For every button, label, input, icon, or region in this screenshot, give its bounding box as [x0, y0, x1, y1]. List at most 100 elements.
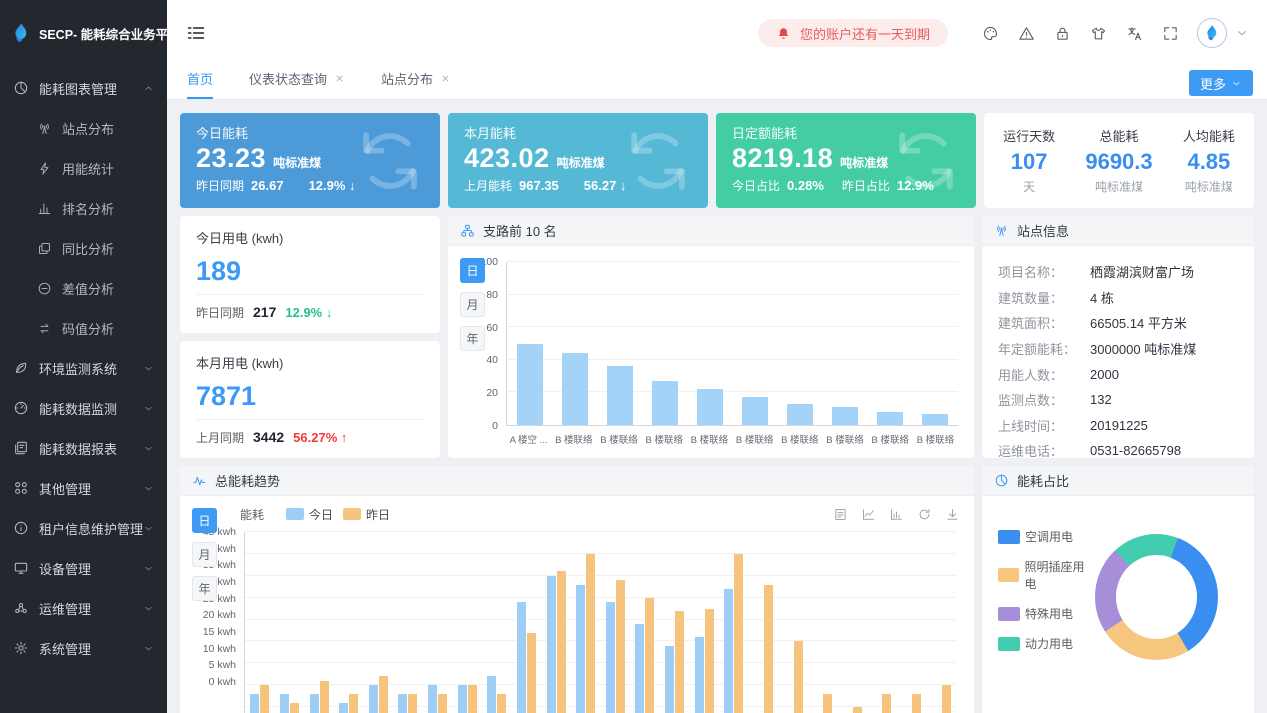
sidebar-subitem-码值分析[interactable]: 码值分析	[0, 308, 167, 348]
sidebar-item-能耗图表管理[interactable]: 能耗图表管理	[0, 68, 167, 108]
sidebar-item-租户信息维护管理[interactable]: 租户信息维护管理	[0, 508, 167, 548]
period-toggle-日[interactable]: 日	[460, 258, 485, 283]
bar[interactable]	[487, 676, 496, 713]
avatar[interactable]	[1197, 18, 1227, 48]
fullscreen-icon[interactable]	[1162, 25, 1179, 42]
period-toggle-月[interactable]: 月	[460, 292, 485, 317]
bar[interactable]	[742, 397, 768, 425]
bar[interactable]	[369, 685, 378, 713]
bar[interactable]	[675, 611, 684, 713]
sidebar-item-设备管理[interactable]: 设备管理	[0, 548, 167, 588]
bar[interactable]	[616, 580, 625, 713]
donut-legend-item-特殊用电[interactable]: 特殊用电	[998, 605, 1095, 622]
tshirt-icon[interactable]	[1090, 25, 1107, 42]
bar[interactable]	[697, 389, 723, 425]
donut-legend-item-动力用电[interactable]: 动力用电	[998, 635, 1095, 652]
warning-icon[interactable]	[1018, 25, 1035, 42]
sidebar-subitem-同比分析[interactable]: 同比分析	[0, 228, 167, 268]
sidebar-item-能耗数据报表[interactable]: 能耗数据报表	[0, 428, 167, 468]
bar[interactable]	[912, 694, 921, 713]
tab-站点分布[interactable]: 站点分布	[381, 69, 451, 99]
barchart-icon[interactable]	[889, 507, 904, 522]
bar[interactable]	[408, 694, 417, 713]
bar[interactable]	[280, 694, 289, 713]
bar[interactable]	[458, 685, 467, 713]
download-icon[interactable]	[945, 507, 960, 522]
sidebar-item-系统管理[interactable]: 系统管理	[0, 628, 167, 668]
sidebar-subitem-用能统计[interactable]: 用能统计	[0, 148, 167, 188]
bar[interactable]	[877, 412, 903, 425]
bar[interactable]	[562, 353, 588, 425]
chevron-down-icon[interactable]	[1235, 26, 1249, 40]
period-toggle-月[interactable]: 月	[192, 542, 217, 567]
stat-label: 总能耗	[1085, 126, 1152, 145]
bar[interactable]	[652, 381, 678, 425]
legend-item-昨日[interactable]: 昨日	[343, 506, 390, 523]
bar[interactable]	[823, 694, 832, 713]
sidebar-subitem-站点分布[interactable]: 站点分布	[0, 108, 167, 148]
bar[interactable]	[607, 366, 633, 425]
sidebar-subitem-差值分析[interactable]: 差值分析	[0, 268, 167, 308]
bar[interactable]	[942, 685, 951, 713]
bar[interactable]	[724, 589, 733, 713]
linechart-icon[interactable]	[861, 507, 876, 522]
bar[interactable]	[428, 685, 437, 713]
bar[interactable]	[645, 598, 654, 713]
menu-collapse-icon[interactable]	[185, 22, 207, 44]
bar[interactable]	[853, 707, 862, 713]
sidebar-subitem-排名分析[interactable]: 排名分析	[0, 188, 167, 228]
donut-legend-item-照明插座用电[interactable]: 照明插座用电	[998, 558, 1095, 592]
donut-legend-item-空调用电[interactable]: 空调用电	[998, 528, 1095, 545]
bar[interactable]	[497, 694, 506, 713]
bar[interactable]	[734, 554, 743, 713]
bar[interactable]	[260, 685, 269, 713]
bar[interactable]	[547, 576, 556, 713]
sidebar-item-环境监测系统[interactable]: 环境监测系统	[0, 348, 167, 388]
bar[interactable]	[764, 585, 773, 713]
bar[interactable]	[339, 703, 348, 713]
bar[interactable]	[379, 676, 388, 713]
period-toggle-日[interactable]: 日	[192, 508, 217, 533]
bar[interactable]	[349, 694, 358, 713]
lock-icon[interactable]	[1054, 25, 1071, 42]
bar[interactable]	[438, 694, 447, 713]
bar[interactable]	[576, 585, 585, 713]
bar[interactable]	[695, 637, 704, 713]
bar[interactable]	[787, 404, 813, 425]
bar[interactable]	[665, 646, 674, 713]
period-toggle-年[interactable]: 年	[192, 576, 217, 601]
bar[interactable]	[635, 624, 644, 713]
bar[interactable]	[290, 703, 299, 713]
bar[interactable]	[557, 571, 566, 713]
bar[interactable]	[606, 602, 615, 713]
bar[interactable]	[705, 609, 714, 713]
bar[interactable]	[922, 414, 948, 425]
bar[interactable]	[398, 694, 407, 713]
bar[interactable]	[320, 681, 329, 713]
dataview-icon[interactable]	[833, 507, 848, 522]
sidebar-item-能耗数据监测[interactable]: 能耗数据监测	[0, 388, 167, 428]
legend-item-今日[interactable]: 今日	[286, 506, 333, 523]
bar[interactable]	[310, 694, 319, 713]
sidebar-item-其他管理[interactable]: 其他管理	[0, 468, 167, 508]
bar[interactable]	[586, 554, 595, 713]
more-button[interactable]: 更多	[1189, 70, 1253, 96]
close-icon[interactable]	[440, 73, 451, 84]
palette-icon[interactable]	[982, 25, 999, 42]
bar[interactable]	[794, 641, 803, 713]
refresh-icon[interactable]	[917, 507, 932, 522]
account-expiry-alert[interactable]: 您的账户还有一天到期	[758, 19, 948, 47]
bar[interactable]	[468, 685, 477, 713]
tab-仪表状态查询[interactable]: 仪表状态查询	[249, 69, 345, 99]
bar[interactable]	[517, 602, 526, 713]
bar[interactable]	[832, 407, 858, 425]
bar[interactable]	[882, 694, 891, 713]
translate-icon[interactable]	[1126, 25, 1143, 42]
period-toggle-年[interactable]: 年	[460, 326, 485, 351]
close-icon[interactable]	[334, 73, 345, 84]
bar[interactable]	[517, 344, 543, 426]
tab-首页[interactable]: 首页	[187, 69, 213, 99]
bar[interactable]	[250, 694, 259, 713]
sidebar-item-运维管理[interactable]: 运维管理	[0, 588, 167, 628]
bar[interactable]	[527, 633, 536, 713]
